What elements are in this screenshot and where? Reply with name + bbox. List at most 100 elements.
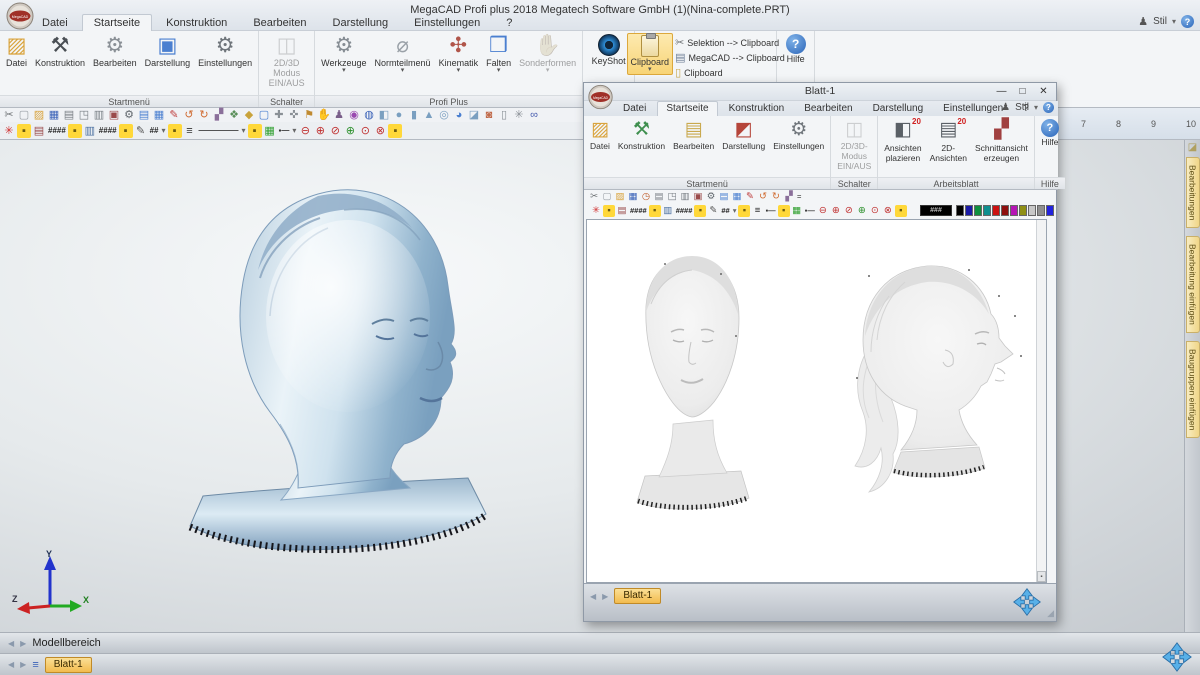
color-palette-icon[interactable]: ▦ <box>263 124 277 138</box>
document-settings-icon[interactable]: ▣ <box>107 108 121 122</box>
red-marker-icon[interactable]: ✎ <box>167 108 181 122</box>
cylinder-icon[interactable]: ▮ <box>407 108 421 122</box>
lock-pen-icon[interactable]: ▪ <box>694 205 706 217</box>
pan-control-icon[interactable] <box>1161 641 1193 673</box>
zoom-previous-icon[interactable]: ⊘ <box>843 205 855 217</box>
layer-manager-icon[interactable]: ▤ <box>137 108 151 122</box>
lock-color-icon[interactable]: ▪ <box>248 124 262 138</box>
stamp-icon[interactable]: ▞ <box>783 191 795 203</box>
binoculars-icon[interactable]: ∞ <box>527 108 541 122</box>
mode-2d3d-button[interactable]: ◫ 2D/3D Modus EIN/AUS <box>262 33 311 89</box>
stil-menu[interactable]: Stil <box>1015 102 1029 113</box>
cone-icon[interactable]: ▲ <box>422 108 436 122</box>
gears-icon[interactable]: ⚙ <box>705 191 717 203</box>
tab-datei[interactable]: Datei <box>614 101 655 116</box>
ribbon-darstellung-button[interactable]: ◩ Darstellung <box>719 118 768 152</box>
ribbon-einstellungen-button[interactable]: ⚙ Einstellungen ▾ <box>195 33 255 69</box>
person-icon[interactable]: ♟ <box>332 108 346 122</box>
print-preview-icon[interactable]: ◳ <box>77 108 91 122</box>
werkzeuge-button[interactable]: ⚙ Werkzeuge ▾ <box>318 33 369 75</box>
ribbon-bearbeiten-button[interactable]: ⚙ Bearbeiten ▾ <box>90 33 140 69</box>
ansichten-plazieren-button[interactable]: ◧ 20 Ansichten plazieren <box>881 118 924 164</box>
color-swatch[interactable] <box>983 205 991 216</box>
color-swatch[interactable] <box>1001 205 1009 216</box>
open-folder-icon[interactable]: ▨ <box>32 108 46 122</box>
resize-grip-icon[interactable]: ◢ <box>1047 608 1054 619</box>
tab-einstellungen[interactable]: Einstellungen <box>402 14 492 32</box>
group-select-icon[interactable]: ❖ <box>227 108 241 122</box>
zoom-window-icon[interactable]: ⊕ <box>830 205 842 217</box>
gears-icon[interactable]: ⚙ <box>122 108 136 122</box>
nina-3d-head-model[interactable] <box>148 166 528 576</box>
tab-startseite[interactable]: Startseite <box>657 101 717 116</box>
shaded-sphere-icon[interactable]: ◕ <box>452 108 466 122</box>
group-value[interactable]: #### <box>675 205 694 217</box>
redraw-icon[interactable]: ✳ <box>590 205 602 217</box>
modellbereich-label[interactable]: Modellbereich <box>32 637 100 649</box>
color-swatch[interactable] <box>956 205 964 216</box>
next-arrow-icon[interactable]: ▶ <box>20 660 26 669</box>
layer-value[interactable]: #### <box>47 124 67 138</box>
side-tab-bearbeitungen[interactable]: Bearbeitungen <box>1186 157 1200 228</box>
linetype-sample[interactable]: ————— <box>198 124 240 138</box>
redo-icon[interactable]: ↻ <box>770 191 782 203</box>
ribbon-konstruktion-button[interactable]: ⚒ Konstruktion ▾ <box>32 33 88 69</box>
tab-konstruktion[interactable]: Konstruktion <box>154 14 239 32</box>
tab-bearbeiten[interactable]: Bearbeiten <box>241 14 318 32</box>
stil-caret-icon[interactable]: ▾ <box>1172 17 1176 26</box>
maximize-button[interactable]: □ <box>1012 83 1033 99</box>
user-icon[interactable]: ♟ <box>1001 102 1010 113</box>
undo-icon[interactable]: ↺ <box>182 108 196 122</box>
zoom-previous-icon[interactable]: ⊘ <box>328 124 342 138</box>
zoom-in-icon[interactable]: ⊕ <box>856 205 868 217</box>
color-swatch[interactable] <box>974 205 982 216</box>
strip-palette-icon[interactable]: ◪ <box>1188 142 1197 153</box>
zoom-factor-icon[interactable]: ⊗ <box>373 124 387 138</box>
box-3d-icon[interactable]: ◧ <box>377 108 391 122</box>
undo-icon[interactable]: ↺ <box>757 191 769 203</box>
tab-bearbeiten[interactable]: Bearbeiten <box>795 101 861 116</box>
skeleton-icon[interactable]: ✳ <box>512 108 526 122</box>
sheet-scrollbar[interactable]: ▪ <box>1036 220 1046 582</box>
linetype-caret[interactable]: ▾ <box>241 124 247 138</box>
print-preview-icon[interactable]: ◳ <box>666 191 678 203</box>
pan-control-icon[interactable] <box>1012 587 1042 617</box>
sphere-icon[interactable]: ● <box>392 108 406 122</box>
history-icon[interactable]: ◷ <box>640 191 652 203</box>
lock-zoom-icon[interactable]: ▪ <box>895 205 907 217</box>
hand-icon[interactable]: ✋ <box>317 108 331 122</box>
stil-caret-icon[interactable]: ▾ <box>1034 103 1038 112</box>
zoom-out-icon[interactable]: ⊖ <box>817 205 829 217</box>
ribbon-konstruktion-button[interactable]: ⚒ Konstruktion <box>615 118 668 152</box>
tab-help[interactable]: ? <box>494 14 524 32</box>
lock-group-icon[interactable]: ▪ <box>649 205 661 217</box>
group-select-icon[interactable]: ▥ <box>662 205 674 217</box>
page-setup-icon[interactable]: ▥ <box>92 108 106 122</box>
surface-icon[interactable]: ◪ <box>467 108 481 122</box>
head-front-view[interactable] <box>615 244 770 534</box>
globe-icon[interactable]: ◍ <box>362 108 376 122</box>
tab-datei[interactable]: Datei <box>30 14 80 32</box>
redraw-icon[interactable]: ✳ <box>2 124 16 138</box>
blatt1-sheet-tab[interactable]: Blatt-1 <box>614 588 661 604</box>
print-icon[interactable]: ▤ <box>62 108 76 122</box>
layer-select-icon[interactable]: ▤ <box>616 205 628 217</box>
prev-sheet-icon[interactable]: ◀ <box>590 592 596 601</box>
sonderformen-button[interactable]: ✋ Sonderformen ▾ <box>516 33 579 75</box>
toolbar-overflow-button[interactable]: = <box>796 191 802 203</box>
lock-linetype-icon[interactable]: ▪ <box>168 124 182 138</box>
lock-color-icon[interactable]: ▪ <box>778 205 790 217</box>
stil-menu[interactable]: Stil <box>1153 16 1167 27</box>
linetype-sample[interactable]: ▪— <box>764 205 776 217</box>
new-document-icon[interactable]: ▢ <box>601 191 613 203</box>
close-button[interactable]: ✕ <box>1033 83 1054 99</box>
hilfe-button[interactable]: ? Hilfe <box>783 33 809 65</box>
keyshot-button[interactable]: KeyShot <box>589 33 629 67</box>
selektion-clipboard-button[interactable]: ✂ Selektion --> Clipboard <box>675 36 785 49</box>
kinematik-button[interactable]: ✣ Kinematik ▾ <box>436 33 482 75</box>
pen-value[interactable]: ## <box>720 205 730 217</box>
scrollbar-end-button[interactable]: ▪ <box>1037 571 1046 582</box>
side-tab-baugruppen-einfuegen[interactable]: Baugruppen einfügen <box>1186 341 1200 438</box>
page-setup-icon[interactable]: ▥ <box>679 191 691 203</box>
next-arrow-icon[interactable]: ▶ <box>20 639 26 648</box>
